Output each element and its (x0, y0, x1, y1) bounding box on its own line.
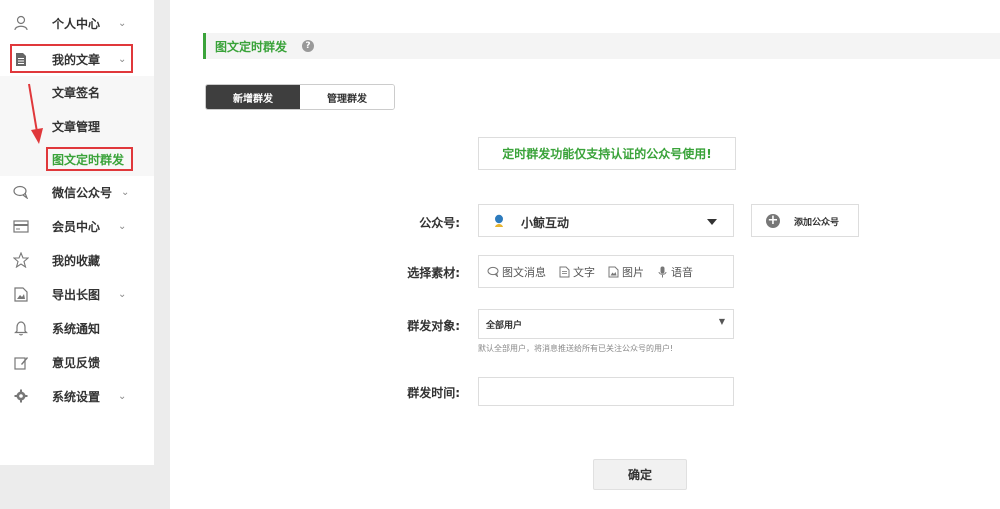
material-option-text[interactable]: 文字 (558, 264, 595, 280)
highlight-box-scheduled-broadcast (46, 147, 133, 171)
material-option-label: 文字 (573, 265, 595, 279)
notice-banner: 定时群发功能仅支持认证的公众号使用! (478, 137, 736, 170)
microphone-icon (656, 266, 668, 278)
page-title-bar (203, 33, 1000, 59)
add-account-label: 添加公众号 (794, 218, 840, 228)
material-option-news[interactable]: 图文消息 (487, 264, 546, 280)
title-accent-bar (203, 33, 206, 59)
sidebar-item-system-settings[interactable]: 系统设置 ⌄ (0, 379, 154, 413)
help-icon[interactable]: ? (302, 40, 314, 52)
material-option-voice[interactable]: 语音 (656, 264, 693, 280)
target-selected-value: 全部用户 (486, 321, 523, 331)
chevron-down-icon: ⌄ (118, 390, 127, 402)
account-label: 公众号: (419, 216, 460, 230)
sidebar-item-label: 系统通知 (52, 321, 101, 336)
submenu-item-article-signature[interactable]: 文章签名 (52, 84, 100, 101)
account-name: 小鲸互动 (521, 216, 570, 230)
edit-icon (13, 354, 29, 370)
chat-bubble-icon (487, 266, 499, 278)
highlight-box-my-articles (10, 44, 133, 73)
material-options: 图文消息 文字 图片 语音 (478, 255, 734, 288)
add-account-button[interactable]: + 添加公众号 (751, 204, 859, 237)
sidebar-item-favorites[interactable]: 我的收藏 (0, 243, 154, 277)
card-icon (13, 218, 29, 234)
sidebar-item-label: 个人中心 (52, 16, 101, 31)
gear-icon (13, 388, 29, 404)
time-input[interactable] (478, 377, 734, 406)
caret-down-icon (707, 219, 717, 225)
sidebar-item-label: 会员中心 (52, 219, 101, 234)
layout-gutter (154, 0, 170, 509)
plus-circle-icon: + (766, 213, 780, 228)
notice-text: 定时群发功能仅支持认证的公众号使用! (502, 147, 712, 161)
material-option-image[interactable]: 图片 (607, 264, 644, 280)
time-label: 群发时间: (407, 386, 460, 400)
sidebar-item-wechat-account[interactable]: 微信公众号 ⌄ (0, 175, 154, 209)
star-icon (13, 252, 29, 268)
target-label: 群发对象: (407, 319, 460, 333)
chevron-down-icon: ⌄ (118, 17, 127, 29)
chevron-down-icon: ⌄ (118, 288, 127, 300)
chat-icon (13, 184, 29, 200)
tab-manage-broadcast[interactable]: 管理群发 (300, 85, 394, 109)
text-file-icon (558, 266, 570, 278)
account-avatar-icon (495, 214, 503, 227)
sidebar-footer (0, 465, 170, 509)
bell-icon (13, 320, 29, 336)
material-label: 选择素材: (407, 266, 460, 280)
chevron-down-icon: ⌄ (118, 220, 127, 232)
material-option-label: 语音 (671, 265, 693, 279)
picture-icon (607, 266, 619, 278)
tab-group: 新增群发 管理群发 (205, 84, 395, 110)
sidebar-item-label: 意见反馈 (52, 355, 101, 370)
sidebar: 个人中心 ⌄ 我的文章 ⌄ 文章签名 文章管理 图文定时群发 微信公众号 ⌄ 会… (0, 0, 154, 465)
user-icon (13, 15, 29, 31)
caret-down-icon: ▼ (718, 317, 725, 326)
target-select[interactable]: 全部用户 ▼ (478, 309, 734, 339)
sidebar-item-label: 我的收藏 (52, 253, 101, 268)
tab-new-broadcast[interactable]: 新增群发 (206, 85, 300, 109)
page-title: 图文定时群发 (215, 40, 288, 54)
sidebar-item-label: 微信公众号 (52, 185, 113, 200)
sidebar-item-label: 导出长图 (52, 287, 101, 302)
sidebar-item-export-image[interactable]: 导出长图 ⌄ (0, 277, 154, 311)
confirm-button[interactable]: 确定 (593, 459, 687, 490)
sidebar-item-feedback[interactable]: 意见反馈 (0, 345, 154, 379)
sidebar-item-personal-center[interactable]: 个人中心 ⌄ (0, 6, 154, 40)
sidebar-item-notifications[interactable]: 系统通知 (0, 311, 154, 345)
sidebar-item-label: 系统设置 (52, 389, 101, 404)
target-hint: 默认全部用户，将消息推送给所有已关注公众号的用户! (478, 344, 674, 353)
submenu-item-article-management[interactable]: 文章管理 (52, 118, 100, 135)
red-arrow-annotation (28, 83, 43, 144)
account-select[interactable]: 小鲸互动 (478, 204, 734, 237)
material-option-label: 图文消息 (502, 265, 546, 279)
chevron-down-icon: ⌄ (121, 186, 130, 198)
material-option-label: 图片 (622, 265, 644, 279)
image-icon (13, 286, 29, 302)
sidebar-item-member-center[interactable]: 会员中心 ⌄ (0, 209, 154, 243)
